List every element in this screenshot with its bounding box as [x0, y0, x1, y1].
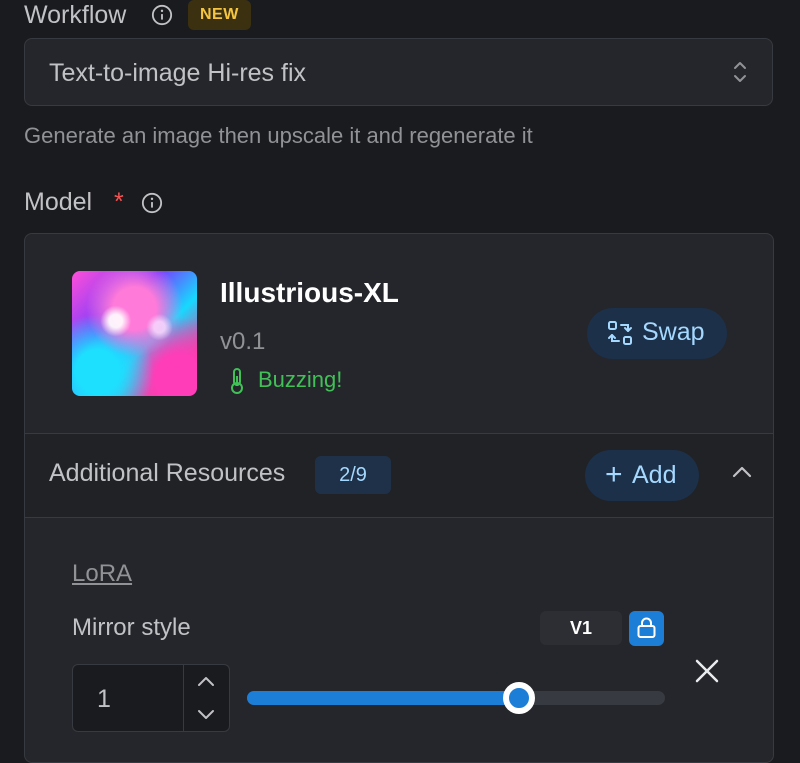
lora-category-link[interactable]: LoRA: [72, 560, 132, 588]
model-version: v0.1: [220, 328, 266, 355]
lock-icon: [637, 617, 656, 638]
resource-version-chip: V1: [540, 611, 622, 645]
lock-button[interactable]: [629, 611, 664, 646]
required-mark: *: [114, 188, 124, 216]
chevron-up-icon[interactable]: [731, 464, 753, 480]
slider-thumb[interactable]: [502, 682, 535, 714]
swap-arrows-icon: [608, 321, 632, 345]
workflow-label: Workflow: [24, 1, 127, 29]
model-label: Model: [24, 188, 93, 216]
info-icon[interactable]: [141, 192, 163, 214]
close-icon[interactable]: [693, 657, 721, 685]
new-badge: NEW: [188, 0, 251, 30]
swap-label: Swap: [642, 318, 705, 346]
workflow-select[interactable]: Text-to-image Hi-res fix: [24, 38, 773, 106]
model-thumbnail[interactable]: [72, 271, 197, 396]
workflow-description: Generate an image then upscale it and re…: [24, 123, 533, 148]
stepper-up-icon[interactable]: [184, 665, 229, 698]
model-name[interactable]: Illustrious-XL: [220, 277, 399, 309]
model-card: Illustrious-XL v0.1 Buzzing! Swap Additi…: [24, 233, 774, 763]
thermometer-icon: [231, 368, 243, 394]
chevron-up-down-icon: [734, 62, 746, 82]
stepper-down-icon[interactable]: [184, 698, 229, 731]
resource-count-badge: 2/9: [315, 456, 391, 494]
info-icon[interactable]: [151, 4, 173, 26]
strength-value: 1: [97, 685, 111, 713]
strength-input[interactable]: 1: [72, 664, 230, 732]
strength-slider[interactable]: [247, 682, 665, 714]
additional-resources-label: Additional Resources: [49, 459, 286, 487]
add-resource-button[interactable]: + Add: [585, 450, 699, 501]
plus-icon: +: [605, 458, 623, 491]
workflow-select-value: Text-to-image Hi-res fix: [49, 59, 306, 87]
swap-button[interactable]: Swap: [587, 308, 727, 359]
divider: [25, 517, 773, 518]
add-label: Add: [632, 461, 677, 489]
model-status: Buzzing!: [258, 367, 343, 392]
slider-fill: [247, 691, 519, 705]
additional-resources-header[interactable]: Additional Resources 2/9 + Add: [25, 434, 773, 517]
resource-name: Mirror style: [72, 614, 191, 641]
